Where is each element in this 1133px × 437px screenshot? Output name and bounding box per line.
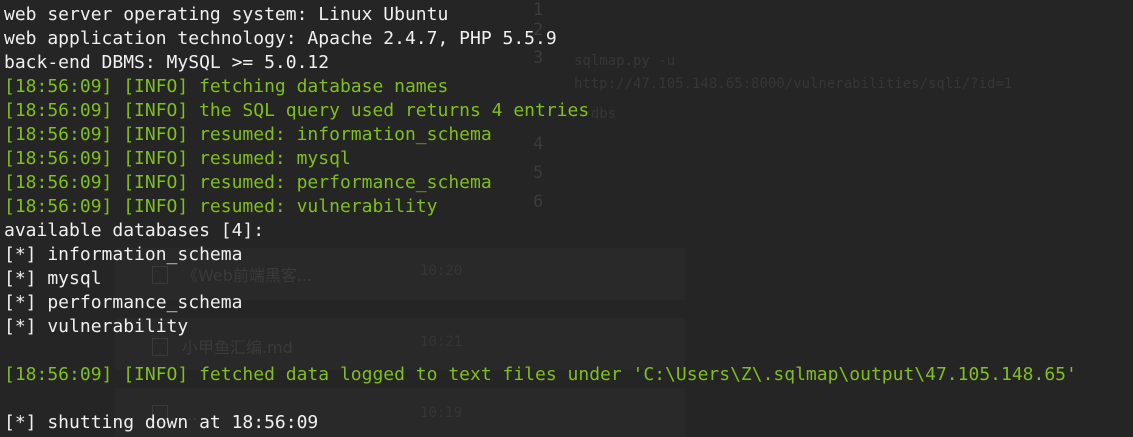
terminal-info-line: [18:56:09] [INFO] resumed: information_s… <box>4 124 492 145</box>
terminal-info-line: [18:56:09] [INFO] fetched data logged to… <box>4 364 1077 385</box>
terminal-output: web server operating system: Linux Ubunt… <box>4 3 1077 435</box>
terminal-output-line: back-end DBMS: MySQL >= 5.0.12 <box>4 52 330 73</box>
terminal-info-line: [18:56:09] [INFO] the SQL query used ret… <box>4 100 590 121</box>
terminal-info-line: [18:56:09] [INFO] resumed: performance_s… <box>4 172 492 193</box>
terminal-info-line: [18:56:09] [INFO] resumed: vulnerability <box>4 196 438 217</box>
terminal-output-line: [*] information_schema <box>4 244 243 265</box>
terminal-window[interactable]: 1 2 3 4 5 6 sqlmap.py -u http://47.105.1… <box>0 0 1133 437</box>
terminal-info-line: [18:56:09] [INFO] resumed: mysql <box>4 148 351 169</box>
terminal-info-line: [18:56:09] [INFO] fetching database name… <box>4 76 449 97</box>
terminal-output-line: web application technology: Apache 2.4.7… <box>4 28 557 49</box>
terminal-output-line: [*] performance_schema <box>4 292 243 313</box>
terminal-output-line: [*] shutting down at 18:56:09 <box>4 412 319 433</box>
terminal-output-line: web server operating system: Linux Ubunt… <box>4 4 449 25</box>
terminal-output-line: [*] vulnerability <box>4 316 189 337</box>
terminal-output-line <box>4 387 1077 411</box>
terminal-output-line: [*] mysql <box>4 268 102 289</box>
terminal-output-line: available databases [4]: <box>4 220 265 241</box>
terminal-output-line <box>4 339 1077 363</box>
